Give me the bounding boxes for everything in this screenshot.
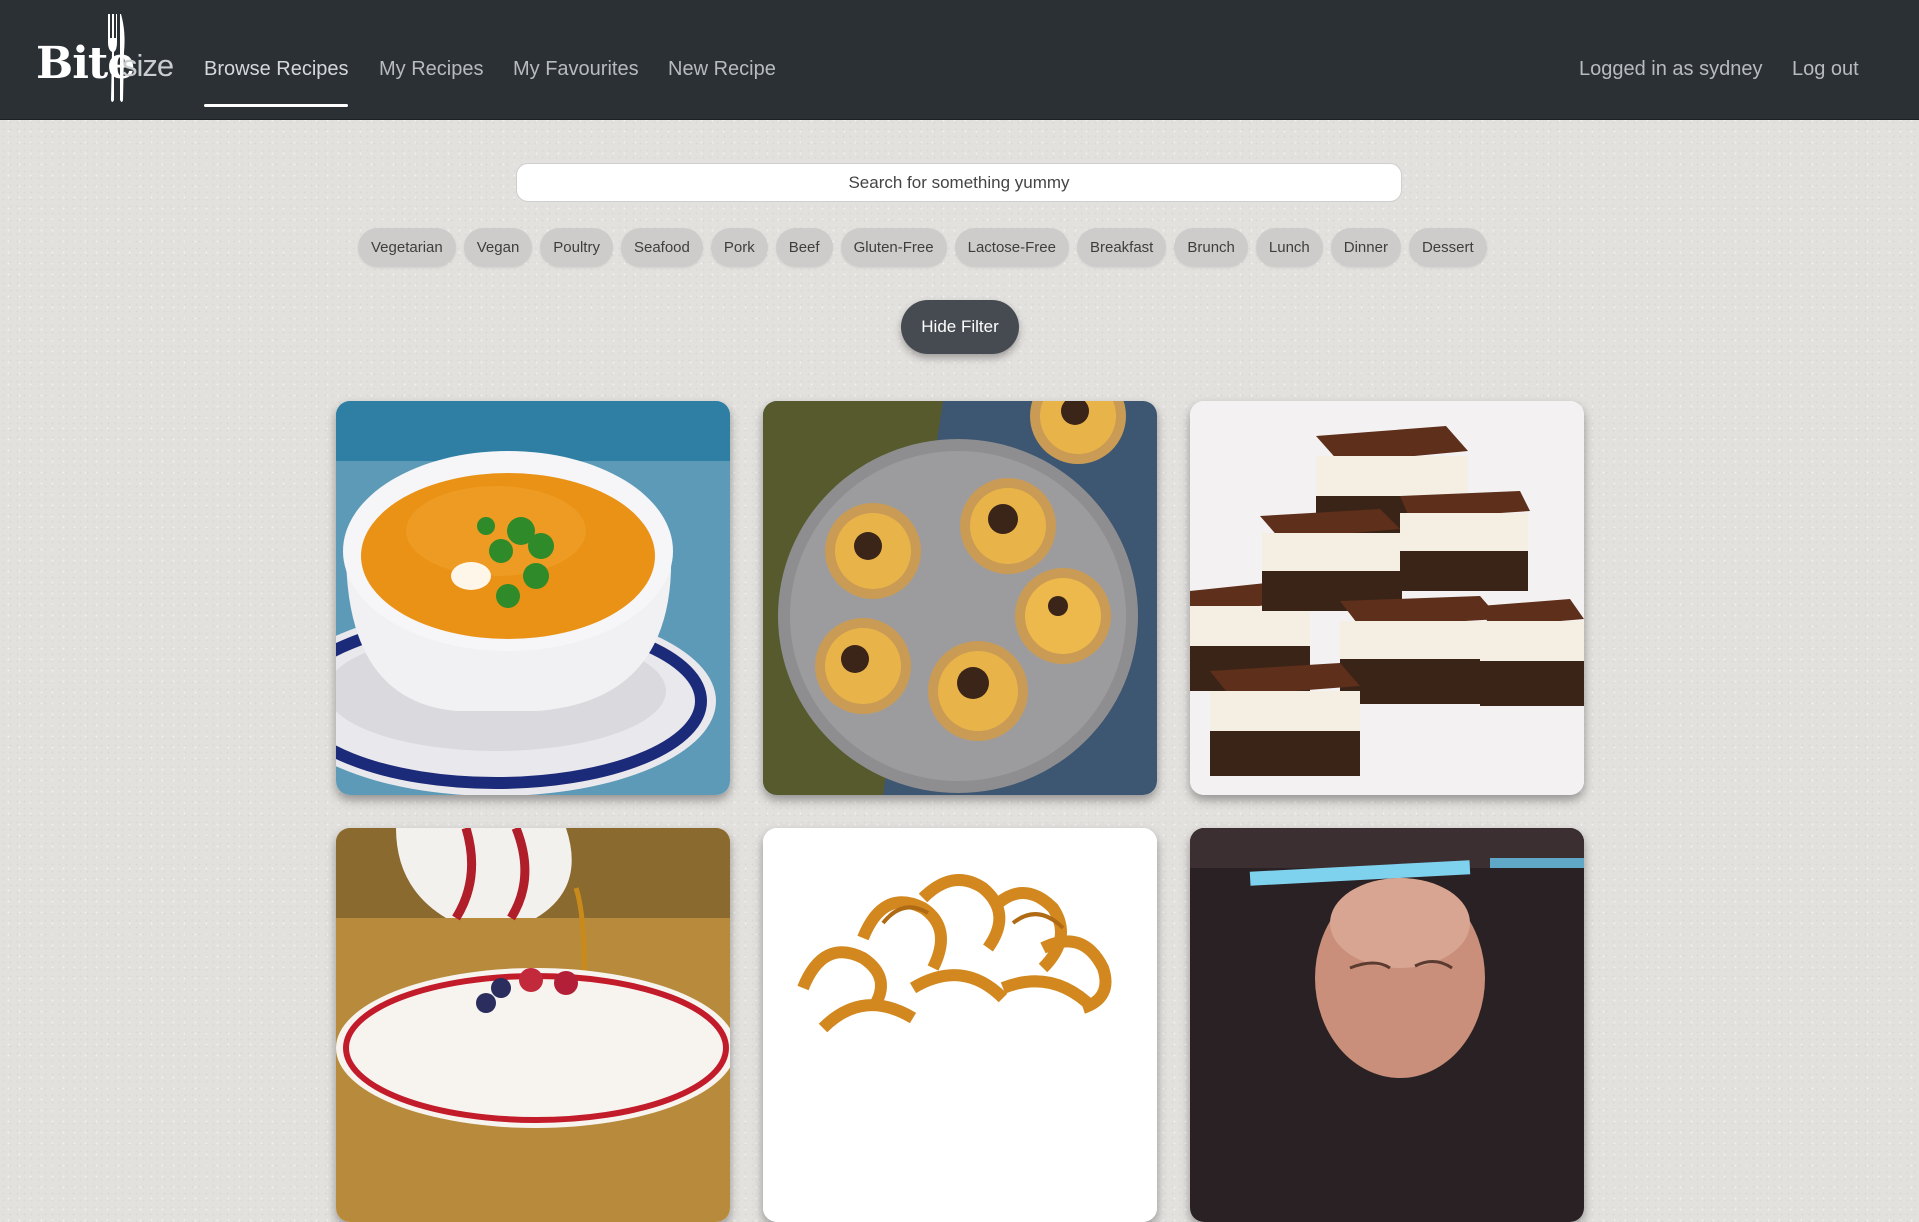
search-input[interactable] (516, 163, 1402, 202)
recipe-card-custard-tarts[interactable] (763, 401, 1157, 795)
recipe-card-pumpkin-soup[interactable] (336, 401, 730, 795)
curly-fries-image (763, 828, 1157, 1222)
filter-chip-dessert[interactable]: Dessert (1408, 228, 1487, 267)
nav-browse-recipes[interactable]: Browse Recipes (204, 58, 349, 81)
filter-chip-seafood[interactable]: Seafood (620, 228, 703, 267)
nav-new-recipe[interactable]: New Recipe (668, 58, 776, 81)
bald-man-image (1190, 828, 1584, 1222)
filter-chip-lactose-free[interactable]: Lactose-Free (954, 228, 1069, 267)
recipe-card-bald-man[interactable] (1190, 828, 1584, 1222)
filter-chip-dinner[interactable]: Dinner (1330, 228, 1401, 267)
nav-my-favourites[interactable]: My Favourites (513, 58, 639, 81)
navbar: Bite size Browse Recipes My Recipes My F… (0, 0, 1919, 120)
custard-tarts-image (763, 401, 1157, 795)
bitesize-logo[interactable]: Bite size (36, 12, 176, 108)
pancakes-image (336, 828, 730, 1222)
filter-chips: Vegetarian Vegan Poultry Seafood Pork Be… (358, 228, 1487, 267)
filter-chip-breakfast[interactable]: Breakfast (1076, 228, 1167, 267)
filter-chip-pork[interactable]: Pork (710, 228, 768, 267)
filter-chip-lunch[interactable]: Lunch (1255, 228, 1323, 267)
filter-chip-vegetarian[interactable]: Vegetarian (358, 228, 456, 267)
filter-chip-brunch[interactable]: Brunch (1174, 228, 1248, 267)
active-tab-indicator (204, 104, 348, 107)
logout-link[interactable]: Log out (1792, 58, 1859, 81)
logged-in-user[interactable]: Logged in as sydney (1579, 58, 1762, 81)
chocolate-slice-image (1190, 401, 1584, 795)
hide-filter-button[interactable]: Hide Filter (901, 300, 1019, 354)
filter-chip-poultry[interactable]: Poultry (540, 228, 613, 267)
filter-chip-vegan[interactable]: Vegan (463, 228, 533, 267)
filter-chip-gluten-free[interactable]: Gluten-Free (840, 228, 947, 267)
filter-chip-beef[interactable]: Beef (775, 228, 833, 267)
nav-my-recipes[interactable]: My Recipes (379, 58, 483, 81)
recipe-card-curly-fries[interactable] (763, 828, 1157, 1222)
pumpkin-soup-image (336, 401, 730, 795)
recipe-card-pancakes[interactable] (336, 828, 730, 1222)
logo-suffix: size (122, 48, 174, 83)
recipe-card-chocolate-slice[interactable] (1190, 401, 1584, 795)
